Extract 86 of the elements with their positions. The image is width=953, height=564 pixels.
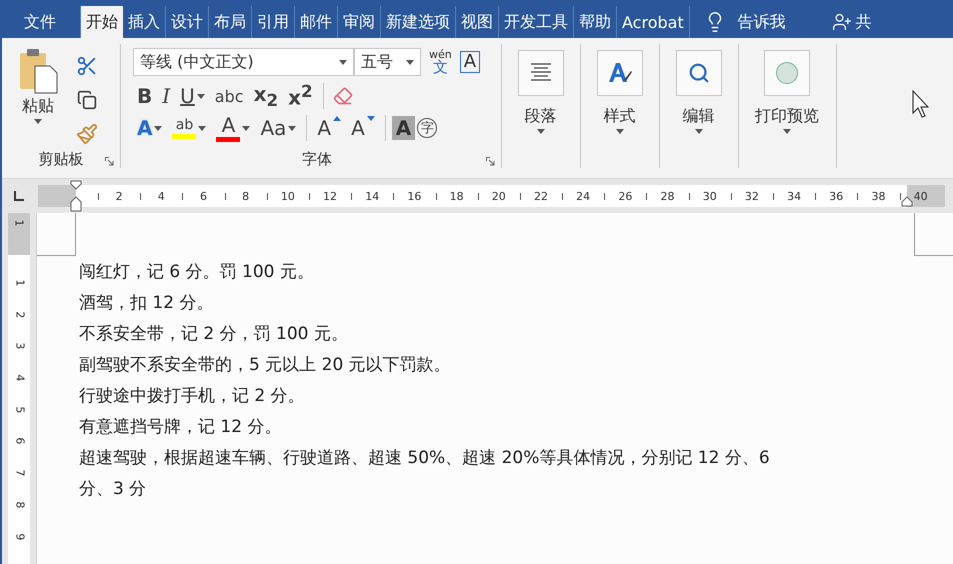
font-name-field[interactable]: 等线 (中文正文) bbox=[133, 48, 354, 76]
caret-icon bbox=[34, 119, 42, 124]
ruler-number: 32 bbox=[730, 190, 773, 202]
paragraph-button[interactable]: 段落 bbox=[502, 44, 579, 138]
circle-icon bbox=[775, 61, 799, 85]
tell-me-label[interactable]: 告诉我 bbox=[738, 12, 786, 32]
caret-icon bbox=[406, 60, 414, 64]
ruler-number: 2 bbox=[98, 190, 140, 202]
ruler-number: 6 bbox=[12, 438, 26, 445]
ruler-number: 2 bbox=[12, 311, 26, 318]
superscript-button[interactable]: x$^{2}$ bbox=[284, 82, 317, 110]
crop-mark bbox=[914, 213, 953, 256]
paragraph: 有意遮挡号牌，记 12 分。 bbox=[79, 416, 282, 439]
caret-icon bbox=[694, 129, 702, 134]
ruler-number: 30 bbox=[688, 190, 731, 202]
paragraph: 闯红灯，记 6 分。罚 100 元。 bbox=[79, 261, 315, 284]
share-label[interactable]: 共 bbox=[856, 12, 872, 32]
paragraph: 超速驾驶，根据超速车辆、行驶道路、超速 50%、超速 20%等具体情况，分别记 12 分、6 分、3 分 bbox=[79, 447, 771, 501]
paragraph: 副驾驶不系安全带的，5 元以上 20 元以下罚款。 bbox=[79, 354, 452, 377]
ruler-number: 16 bbox=[393, 190, 436, 202]
ruler-number: 1 bbox=[12, 279, 26, 286]
character-border-button[interactable]: A bbox=[460, 51, 480, 73]
grow-button[interactable]: A bbox=[313, 114, 346, 142]
ruler-number: 4 bbox=[140, 190, 182, 202]
ruler-number: 10 bbox=[266, 190, 309, 202]
ruler-number: 9 bbox=[12, 532, 26, 540]
ruler-number: 22 bbox=[520, 190, 562, 202]
dialog-launcher-icon[interactable] bbox=[105, 157, 114, 166]
arrow-icon bbox=[333, 116, 342, 121]
underline-button[interactable]: U bbox=[176, 82, 209, 110]
paragraph: 酒驾，扣 12 分。 bbox=[79, 292, 214, 315]
ruler-number: 6 bbox=[182, 190, 225, 202]
ruler-number: 12 bbox=[308, 190, 352, 202]
font-color-button[interactable]: A bbox=[212, 114, 254, 142]
user-add-icon bbox=[832, 12, 852, 32]
highlight-button[interactable]: ab bbox=[168, 114, 210, 142]
ruler-number: 36 bbox=[815, 190, 858, 202]
ribbon-tab[interactable]: 开始 bbox=[81, 6, 123, 38]
italic-button[interactable]: I bbox=[158, 82, 174, 110]
paste-button[interactable]: 粘贴 bbox=[2, 44, 74, 150]
arrow-icon bbox=[366, 116, 375, 121]
search-icon bbox=[688, 62, 710, 84]
ruler-number: 3 bbox=[12, 342, 26, 350]
text-effects-button[interactable]: A bbox=[133, 114, 166, 142]
ruler-number: 18 bbox=[436, 190, 478, 202]
styles-button[interactable]: 样式 bbox=[581, 44, 658, 138]
ruler-number: 38 bbox=[857, 190, 900, 202]
group-label: 字体 bbox=[302, 150, 332, 168]
caret-icon bbox=[616, 129, 624, 134]
editing-button[interactable]: 编辑 bbox=[660, 44, 737, 138]
crop-mark bbox=[37, 213, 76, 256]
paragraph-icon bbox=[530, 63, 552, 83]
ruler-number: 8 bbox=[12, 501, 26, 508]
strike-button[interactable]: abc bbox=[210, 82, 248, 110]
ruler-number: 8 bbox=[224, 190, 267, 202]
dialog-launcher-icon[interactable] bbox=[486, 157, 495, 166]
ruler-number: 14 bbox=[351, 190, 394, 202]
tab-stop-icon[interactable] bbox=[14, 191, 24, 201]
paragraph: 行驶途中拨打手机，记 2 分。 bbox=[79, 385, 306, 408]
ruler-number: 5 bbox=[12, 406, 26, 414]
ruler-number: 26 bbox=[604, 190, 646, 202]
shading-button[interactable]: A bbox=[392, 116, 416, 140]
ruler-number: 20 bbox=[478, 190, 520, 202]
caret-icon bbox=[339, 60, 347, 64]
paragraph: 不系安全带，记 2 分，罚 100 元。 bbox=[79, 323, 349, 346]
ruler-number: 7 bbox=[12, 469, 26, 476]
ruler-number: 24 bbox=[562, 190, 604, 202]
ruler-number: 34 bbox=[773, 190, 816, 202]
change-case-button[interactable]: Aa bbox=[256, 114, 300, 142]
bold-button[interactable]: B bbox=[133, 82, 156, 110]
phonetic-guide-button[interactable]: wén 文 bbox=[429, 49, 452, 75]
subscript-button[interactable]: x$_{2}$ bbox=[250, 82, 282, 110]
ruler-number: 4 bbox=[12, 374, 26, 382]
ruler-number: 1 bbox=[13, 220, 25, 226]
font-size-field[interactable]: 五号 bbox=[354, 48, 421, 76]
caret-icon bbox=[536, 129, 544, 134]
clipboard-icon bbox=[18, 48, 58, 94]
caret-icon bbox=[783, 129, 791, 134]
indent-marker-icon[interactable] bbox=[70, 180, 82, 212]
print-preview-button[interactable]: 打印预览 bbox=[739, 44, 835, 138]
ruler-number: 28 bbox=[646, 190, 689, 202]
mouse-pointer-icon bbox=[912, 90, 932, 118]
shrink-button[interactable]: A bbox=[347, 114, 379, 142]
group-label: 剪贴板 bbox=[38, 150, 84, 168]
enclose-button[interactable]: 字 bbox=[417, 118, 438, 138]
paintbrush-icon[interactable] bbox=[74, 122, 100, 146]
